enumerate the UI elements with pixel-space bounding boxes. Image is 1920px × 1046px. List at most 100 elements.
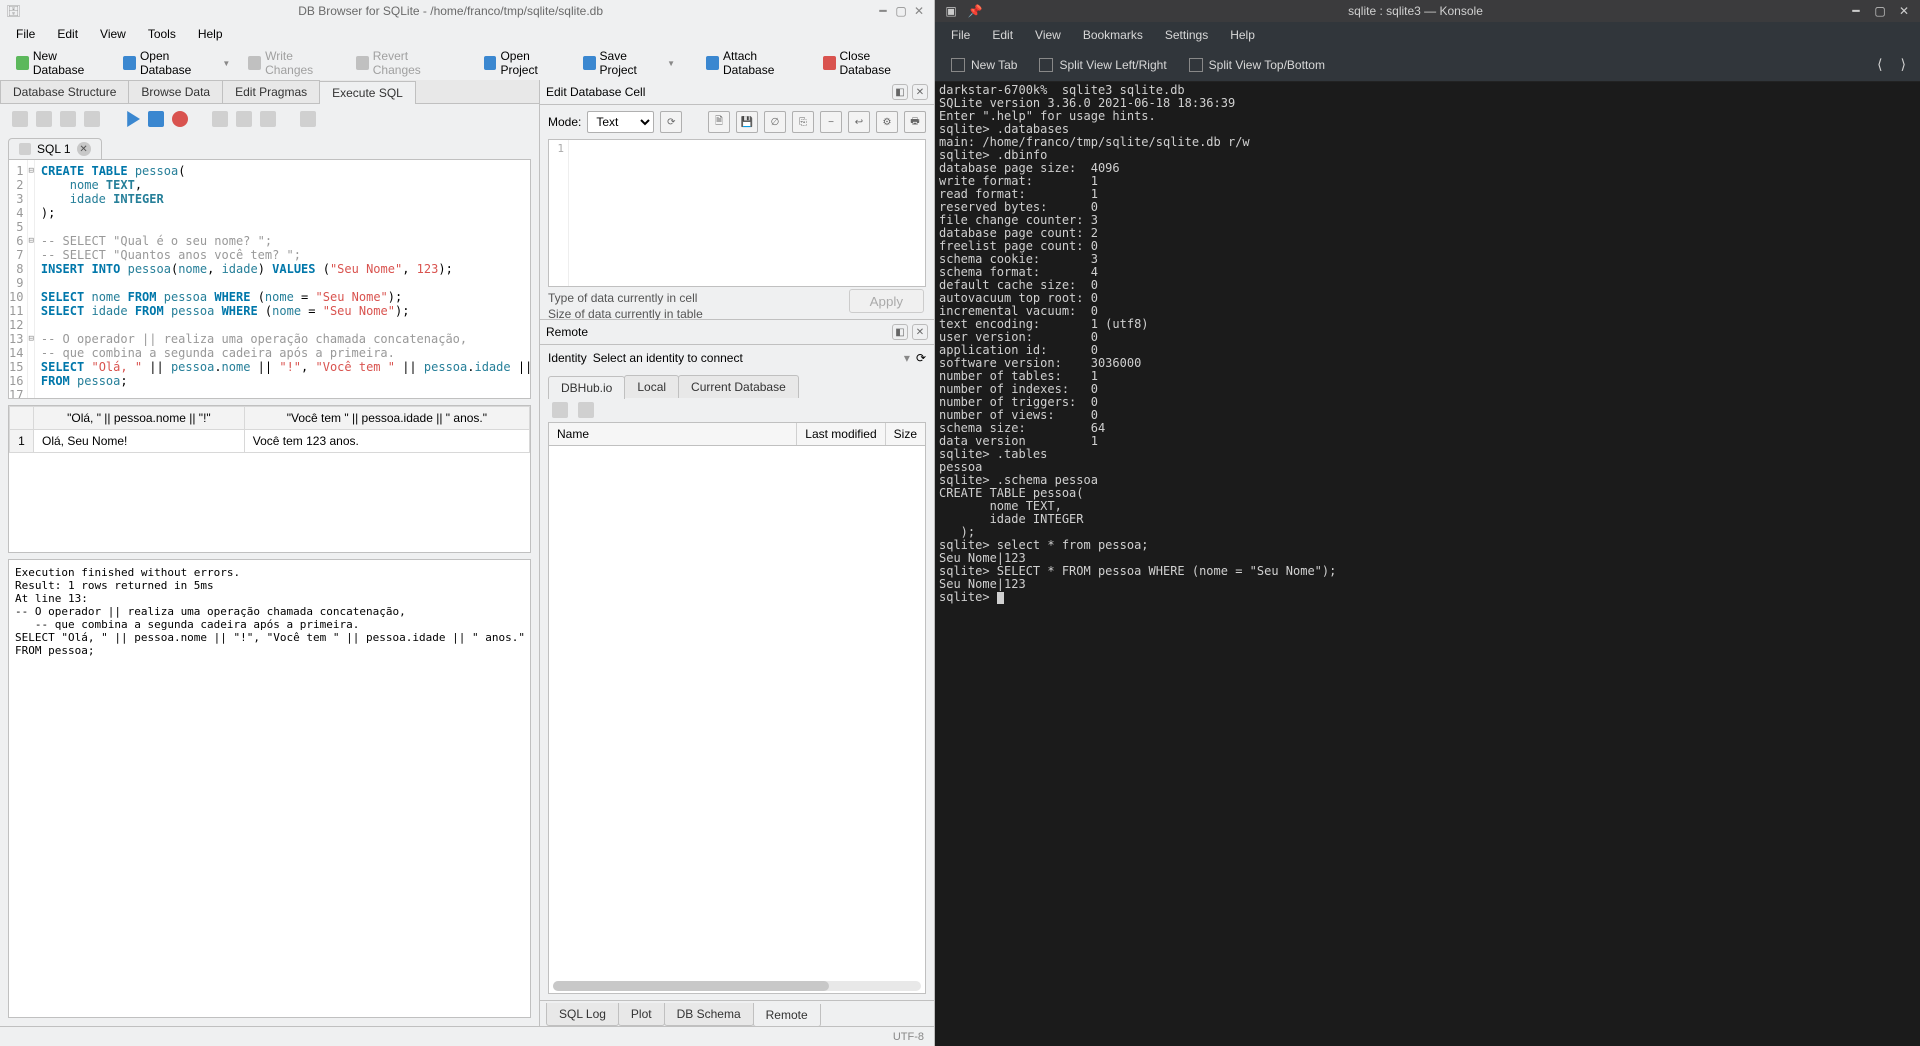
wrap-icon[interactable]: ↩ xyxy=(848,111,870,133)
close-database-button[interactable]: Close Database xyxy=(815,45,926,81)
tab-browse-data[interactable]: Browse Data xyxy=(128,80,223,103)
insert-icon[interactable]: ⎘ xyxy=(792,111,814,133)
dbbrowser-titlebar[interactable]: 🗄 DB Browser for SQLite - /home/franco/t… xyxy=(0,0,934,22)
maximize-icon[interactable]: ▢ xyxy=(1872,4,1888,18)
menu-view[interactable]: View xyxy=(90,25,136,43)
chevron-down-icon[interactable]: ▼ xyxy=(667,59,675,68)
tab-remote[interactable]: Remote xyxy=(753,1004,821,1027)
import-icon[interactable]: 🗎 xyxy=(708,111,730,133)
identity-select[interactable]: Select an identity to connect ▾ xyxy=(593,351,910,365)
find-replace-icon[interactable] xyxy=(260,111,276,127)
close-icon[interactable]: ✕ xyxy=(910,4,928,18)
menu-tools[interactable]: Tools xyxy=(138,25,186,43)
tab-execute-sql[interactable]: Execute SQL xyxy=(319,81,416,104)
scrollbar-horizontal[interactable] xyxy=(553,981,921,991)
result-cell-1[interactable]: Você tem 123 anos. xyxy=(244,430,529,453)
find-icon[interactable] xyxy=(236,111,252,127)
tab-edit-pragmas[interactable]: Edit Pragmas xyxy=(222,80,320,103)
indent-icon[interactable] xyxy=(300,111,316,127)
minus-icon[interactable]: − xyxy=(820,111,842,133)
attach-database-button[interactable]: Attach Database xyxy=(698,45,812,81)
kmenu-edit[interactable]: Edit xyxy=(982,25,1023,45)
open-database-button[interactable]: Open Database▼ xyxy=(115,45,238,81)
maximize-icon[interactable]: ▢ xyxy=(892,4,910,18)
export-icon[interactable]: 💾 xyxy=(736,111,758,133)
autoswitch-icon[interactable]: ⟳ xyxy=(660,111,682,133)
stop-icon[interactable] xyxy=(172,111,188,127)
window-title: DB Browser for SQLite - /home/franco/tmp… xyxy=(27,4,874,18)
remote-list[interactable] xyxy=(548,446,926,994)
sql-tab-1[interactable]: SQL 1 ✕ xyxy=(8,138,102,159)
tab-db-schema[interactable]: DB Schema xyxy=(664,1003,754,1026)
new-tab-button[interactable]: New Tab xyxy=(943,54,1025,76)
clone-icon[interactable] xyxy=(552,402,568,418)
print-cell-icon[interactable]: 🖶 xyxy=(904,111,926,133)
col-size[interactable]: Size xyxy=(886,423,925,445)
tab-plot[interactable]: Plot xyxy=(618,1003,665,1026)
result-cell-0[interactable]: Olá, Seu Nome! xyxy=(34,430,245,453)
apply-button[interactable]: Apply xyxy=(849,289,924,313)
result-header-1[interactable]: "Você tem " || pessoa.idade || " anos." xyxy=(244,407,529,430)
split-lr-icon xyxy=(1039,58,1053,72)
close-icon[interactable]: ✕ xyxy=(1896,4,1912,18)
revert-changes-button[interactable]: Revert Changes xyxy=(348,45,461,81)
tab-sql-log[interactable]: SQL Log xyxy=(546,1003,619,1026)
sql-editor[interactable]: 1234567891011121314151617 ⊟⊟⊟ CREATE TAB… xyxy=(8,159,531,399)
kmenu-help[interactable]: Help xyxy=(1220,25,1265,45)
tab-database-structure[interactable]: Database Structure xyxy=(0,80,129,103)
prev-tab-icon[interactable]: ⟨ xyxy=(1871,56,1888,73)
konsole-titlebar[interactable]: ▣ 📌 sqlite : sqlite3 — Konsole ━ ▢ ✕ xyxy=(935,0,1920,22)
menu-file[interactable]: File xyxy=(6,25,45,43)
col-name[interactable]: Name xyxy=(549,423,797,445)
undock-icon[interactable]: ◧ xyxy=(892,84,908,100)
print-icon[interactable] xyxy=(84,111,100,127)
result-row[interactable]: 1 Olá, Seu Nome! Você tem 123 anos. xyxy=(10,430,530,453)
save-project-button[interactable]: Save Project▼ xyxy=(575,45,683,81)
undock-icon[interactable]: ◧ xyxy=(892,324,908,340)
save-results-icon[interactable] xyxy=(212,111,228,127)
refresh-remote-icon[interactable]: ⟳ xyxy=(916,351,926,365)
close-tab-icon[interactable]: ✕ xyxy=(77,142,91,156)
minimize-icon[interactable]: ━ xyxy=(874,4,892,18)
edit-cell-title[interactable]: Edit Database Cell ◧ ✕ xyxy=(540,80,934,105)
save-sql-icon[interactable] xyxy=(60,111,76,127)
encoding-indicator[interactable]: UTF-8 xyxy=(893,1031,924,1043)
remote-title[interactable]: Remote ◧ ✕ xyxy=(540,320,934,345)
tab-current-db[interactable]: Current Database xyxy=(678,375,799,398)
remote-columns[interactable]: Name Last modified Size xyxy=(548,422,926,446)
write-changes-button[interactable]: Write Changes xyxy=(240,45,346,81)
cell-textarea[interactable]: 1 xyxy=(548,139,926,287)
split-lr-button[interactable]: Split View Left/Right xyxy=(1031,54,1174,76)
kmenu-view[interactable]: View xyxy=(1025,25,1071,45)
kmenu-settings[interactable]: Settings xyxy=(1155,25,1218,45)
menu-edit[interactable]: Edit xyxy=(47,25,88,43)
minimize-icon[interactable]: ━ xyxy=(1848,4,1864,18)
format-icon[interactable]: ⚙ xyxy=(876,111,898,133)
terminal[interactable]: darkstar-6700k% sqlite3 sqlite.db SQLite… xyxy=(935,82,1920,1046)
new-sql-tab-icon[interactable] xyxy=(12,111,28,127)
close-panel-icon[interactable]: ✕ xyxy=(912,84,928,100)
kmenu-file[interactable]: File xyxy=(941,25,980,45)
kmenu-bookmarks[interactable]: Bookmarks xyxy=(1073,25,1153,45)
mode-select[interactable]: Text xyxy=(587,111,654,133)
new-database-button[interactable]: New Database xyxy=(8,45,113,81)
run-icon[interactable] xyxy=(124,111,140,127)
run-line-icon[interactable] xyxy=(148,111,164,127)
null-icon[interactable]: ∅ xyxy=(764,111,786,133)
execution-log[interactable]: Execution finished without errors. Resul… xyxy=(8,559,531,1018)
result-table[interactable]: "Olá, " || pessoa.nome || "!" "Você tem … xyxy=(8,405,531,553)
split-tb-button[interactable]: Split View Top/Bottom xyxy=(1181,54,1333,76)
result-header-0[interactable]: "Olá, " || pessoa.nome || "!" xyxy=(34,407,245,430)
open-sql-icon[interactable] xyxy=(36,111,52,127)
push-icon[interactable] xyxy=(578,402,594,418)
code-area[interactable]: CREATE TABLE pessoa( nome TEXT, idade IN… xyxy=(35,160,531,398)
tab-dbhub[interactable]: DBHub.io xyxy=(548,376,625,399)
tab-local[interactable]: Local xyxy=(624,375,679,398)
menu-help[interactable]: Help xyxy=(188,25,233,43)
open-project-button[interactable]: Open Project xyxy=(476,45,573,81)
col-modified[interactable]: Last modified xyxy=(797,423,885,445)
next-tab-icon[interactable]: ⟩ xyxy=(1895,56,1912,73)
pin-icon[interactable]: 📌 xyxy=(967,4,983,18)
close-panel-icon[interactable]: ✕ xyxy=(912,324,928,340)
chevron-down-icon[interactable]: ▼ xyxy=(222,59,230,68)
